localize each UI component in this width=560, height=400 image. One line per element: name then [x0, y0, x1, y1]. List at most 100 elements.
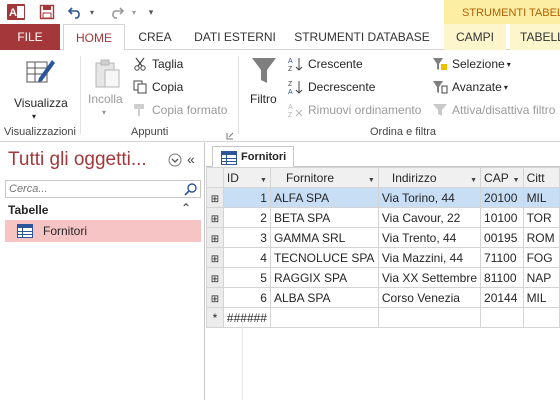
- cell-indirizzo[interactable]: Corso Venezia: [377, 287, 482, 308]
- expand-icon[interactable]: ⊞: [211, 274, 219, 285]
- row-selector[interactable]: ⊞: [206, 267, 224, 288]
- format-painter-button[interactable]: Copia formato: [132, 100, 227, 120]
- filter-button[interactable]: Filtro: [246, 54, 282, 114]
- cell-indirizzo[interactable]: Via Cavour, 22: [377, 207, 482, 228]
- new-record-cell[interactable]: [377, 307, 482, 328]
- row-selector[interactable]: ⊞: [206, 287, 224, 308]
- new-record-marker[interactable]: *: [206, 307, 224, 328]
- column-header-indirizzo[interactable]: Indirizzo ▼: [377, 167, 482, 188]
- cell-cap[interactable]: 10100: [480, 207, 524, 228]
- nav-item-fornitori[interactable]: Fornitori: [5, 220, 201, 242]
- cell-citta[interactable]: FOG: [522, 247, 560, 268]
- remove-sort-button[interactable]: AZ Rimuovi ordinamento: [288, 100, 421, 120]
- table-row[interactable]: ⊞ 4 TECNOLUCE SPA Via Mazzini, 44 71100 …: [206, 247, 560, 268]
- new-record-id[interactable]: ######: [222, 307, 271, 328]
- cell-id[interactable]: 2: [222, 207, 271, 228]
- cut-button[interactable]: Taglia: [132, 54, 183, 74]
- cell-indirizzo[interactable]: Via Mazzini, 44: [377, 247, 482, 268]
- column-dropdown-icon[interactable]: ▼: [260, 177, 267, 184]
- expand-icon[interactable]: ⊞: [211, 214, 219, 225]
- cell-cap[interactable]: 20144: [480, 287, 524, 308]
- table-row[interactable]: ⊞ 3 GAMMA SRL Via Trento, 44 00195 ROM: [206, 227, 560, 248]
- cell-fornitore[interactable]: GAMMA SRL: [269, 227, 379, 248]
- cell-id[interactable]: 3: [222, 227, 271, 248]
- row-selector[interactable]: ⊞: [206, 187, 224, 208]
- nav-search-input[interactable]: [6, 181, 176, 197]
- new-record-row[interactable]: * ######: [206, 307, 560, 328]
- column-dropdown-icon[interactable]: ▼: [470, 177, 477, 184]
- column-header-id[interactable]: ID ▼: [222, 167, 271, 188]
- cell-indirizzo[interactable]: Via XX Settembre: [377, 267, 482, 288]
- cell-indirizzo[interactable]: Via Trento, 44: [377, 227, 482, 248]
- cell-id[interactable]: 6: [222, 287, 271, 308]
- selection-button[interactable]: Selezione ▾: [432, 54, 511, 74]
- cell-citta[interactable]: MIL: [522, 287, 560, 308]
- undo-dropdown-icon[interactable]: ▾: [86, 2, 98, 22]
- sort-ascending-button[interactable]: AZ Crescente: [288, 54, 363, 74]
- cell-cap[interactable]: 00195: [480, 227, 524, 248]
- select-all-cell[interactable]: [206, 167, 224, 188]
- cell-fornitore[interactable]: ALFA SPA: [269, 187, 379, 208]
- table-row[interactable]: ⊞ 5 RAGGIX SPA Via XX Settembre 81100 NA…: [206, 267, 560, 288]
- cell-fornitore[interactable]: TECNOLUCE SPA: [269, 247, 379, 268]
- access-app-icon[interactable]: A: [4, 2, 28, 22]
- paste-button[interactable]: Incolla ▾: [88, 56, 128, 118]
- cell-cap[interactable]: 71100: [480, 247, 524, 268]
- collapse-pane-icon[interactable]: «: [187, 151, 195, 167]
- collapse-group-icon[interactable]: ⌃: [181, 201, 191, 215]
- expand-icon[interactable]: ⊞: [211, 254, 219, 265]
- save-icon[interactable]: [36, 2, 58, 22]
- undo-icon[interactable]: [64, 2, 86, 22]
- cell-fornitore[interactable]: BETA SPA: [269, 207, 379, 228]
- copy-button[interactable]: Copia: [132, 77, 183, 97]
- sort-descending-button[interactable]: ZA Decrescente: [288, 77, 375, 97]
- cell-cap[interactable]: 20100: [480, 187, 524, 208]
- column-dropdown-icon[interactable]: ▼: [513, 177, 520, 184]
- toggle-filter-button[interactable]: Attiva/disattiva filtro: [432, 100, 555, 120]
- nav-pane-menu-icon[interactable]: [168, 153, 182, 167]
- cell-citta[interactable]: NAP: [522, 267, 560, 288]
- redo-dropdown-icon[interactable]: ▾: [128, 2, 140, 22]
- tab-strumenti-database[interactable]: STRUMENTI DATABASE: [290, 24, 434, 50]
- tab-campi[interactable]: CAMPI: [444, 24, 506, 50]
- search-icon[interactable]: [184, 182, 198, 199]
- row-selector[interactable]: ⊞: [206, 247, 224, 268]
- expand-icon[interactable]: ⊞: [211, 234, 219, 245]
- column-dropdown-icon[interactable]: ▼: [368, 177, 375, 184]
- cell-id[interactable]: 4: [222, 247, 271, 268]
- tab-dati-esterni[interactable]: DATI ESTERNI: [188, 24, 282, 50]
- table-row[interactable]: ⊞ 1 ALFA SPA Via Torino, 44 20100 MIL: [206, 187, 560, 208]
- cell-citta[interactable]: ROM: [522, 227, 560, 248]
- cell-fornitore[interactable]: RAGGIX SPA: [269, 267, 379, 288]
- expand-icon[interactable]: ⊞: [211, 194, 219, 205]
- cell-cap[interactable]: 81100: [480, 267, 524, 288]
- table-row[interactable]: ⊞ 2 BETA SPA Via Cavour, 22 10100 TOR: [206, 207, 560, 228]
- cell-indirizzo[interactable]: Via Torino, 44: [377, 187, 482, 208]
- tab-crea[interactable]: CREA: [131, 24, 179, 50]
- customize-icon[interactable]: ▾: [144, 2, 158, 22]
- column-header-fornitore[interactable]: Fornitore ▼: [269, 167, 379, 188]
- view-button[interactable]: Visualizza ▾: [14, 54, 68, 126]
- new-record-cell[interactable]: [522, 307, 560, 328]
- row-selector[interactable]: ⊞: [206, 227, 224, 248]
- document-tab-fornitori[interactable]: Fornitori: [212, 146, 294, 168]
- advanced-button[interactable]: Avanzate ▾: [432, 77, 508, 97]
- expand-icon[interactable]: ⊞: [211, 294, 219, 305]
- cell-id[interactable]: 5: [222, 267, 271, 288]
- tab-tabella[interactable]: TABELLA: [510, 24, 560, 50]
- cell-citta[interactable]: MIL: [522, 187, 560, 208]
- redo-icon[interactable]: [106, 2, 128, 22]
- column-header-cap[interactable]: CAP ▼: [480, 167, 524, 188]
- clipboard-launcher-icon[interactable]: [226, 129, 234, 140]
- cell-fornitore[interactable]: ALBA SPA: [269, 287, 379, 308]
- row-selector[interactable]: ⊞: [206, 207, 224, 228]
- new-record-cell[interactable]: [480, 307, 524, 328]
- cell-citta[interactable]: TOR: [522, 207, 560, 228]
- column-header-citta[interactable]: Citt: [522, 167, 560, 188]
- nav-pane-title[interactable]: Tutti gli oggetti...: [8, 149, 147, 171]
- new-record-cell[interactable]: [269, 307, 379, 328]
- tab-home[interactable]: HOME: [63, 24, 125, 51]
- cell-id[interactable]: 1: [222, 187, 271, 208]
- nav-group-header[interactable]: Tabelle ⌃: [5, 201, 201, 219]
- tab-file[interactable]: FILE: [0, 24, 60, 50]
